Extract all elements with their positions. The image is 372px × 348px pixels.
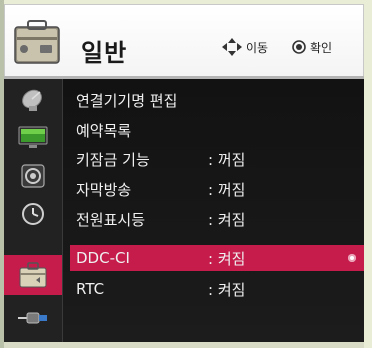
ok-button-icon [292, 40, 306, 54]
speaker-icon [21, 164, 45, 188]
menu-item-ddc-ci[interactable]: DDC-CI : 켜짐 [70, 245, 364, 271]
menu-item-label: DDC-CI [76, 249, 130, 267]
sidebar-item-channel[interactable] [4, 81, 62, 119]
selection-indicator-icon [348, 254, 356, 262]
sidebar-item-time[interactable] [4, 195, 62, 233]
navigation-arrows-icon [222, 38, 242, 56]
sidebar-item-picture[interactable] [4, 119, 62, 157]
menu-item-key-lock[interactable]: 키잠금 기능 : 꺼짐 [76, 146, 364, 172]
clock-icon [22, 203, 44, 225]
move-hint: 이동 [221, 37, 268, 57]
bottom-border [4, 342, 364, 348]
menu-panel: 연결기기명 편집 예약목록 키잠금 기능 : 꺼짐 자막방송 : 꺼짐 전원표시… [4, 79, 364, 342]
menu-item-label: 연결기기명 편집 [76, 91, 178, 110]
menu-item-label: 자막방송 [76, 180, 132, 199]
menu-item-value: : 꺼짐 [208, 150, 246, 169]
page-title: 일반 [81, 39, 128, 67]
menu-header: 일반 이동 확인 [4, 4, 364, 76]
menu-item-rtc[interactable]: RTC : 켜짐 [76, 276, 364, 302]
confirm-hint-label: 확인 [310, 40, 333, 55]
toolbox-icon [14, 20, 60, 64]
tv-screen-icon [18, 126, 48, 148]
menu-item-value: : 꺼짐 [208, 180, 246, 199]
satellite-dish-icon [22, 89, 42, 111]
confirm-hint: 확인 [291, 37, 332, 57]
menu-item-value: : 켜짐 [208, 280, 246, 299]
menu-item-label: 키잠금 기능 [76, 150, 150, 169]
sidebar-item-input[interactable] [4, 299, 62, 337]
toolbox-icon [19, 262, 47, 288]
menu-item-value: : 켜짐 [208, 210, 246, 229]
menu-item-value: : 켜짐 [208, 249, 246, 268]
move-hint-label: 이동 [246, 40, 269, 55]
menu-item-schedule-list[interactable]: 예약목록 [76, 117, 364, 143]
sidebar-item-audio[interactable] [4, 157, 62, 195]
menu-item-label: RTC [76, 280, 105, 298]
menu-item-caption[interactable]: 자막방송 : 꺼짐 [76, 176, 364, 202]
menu-item-label: 전원표시등 [76, 210, 146, 229]
connector-cable-icon [18, 312, 47, 324]
sidebar-item-general[interactable] [4, 255, 62, 295]
menu-item-power-indicator[interactable]: 전원표시등 : 켜짐 [76, 206, 364, 232]
menu-item-label: 예약목록 [76, 121, 132, 140]
menu-item-device-name-edit[interactable]: 연결기기명 편집 [76, 87, 364, 113]
category-sidebar [4, 79, 63, 342]
